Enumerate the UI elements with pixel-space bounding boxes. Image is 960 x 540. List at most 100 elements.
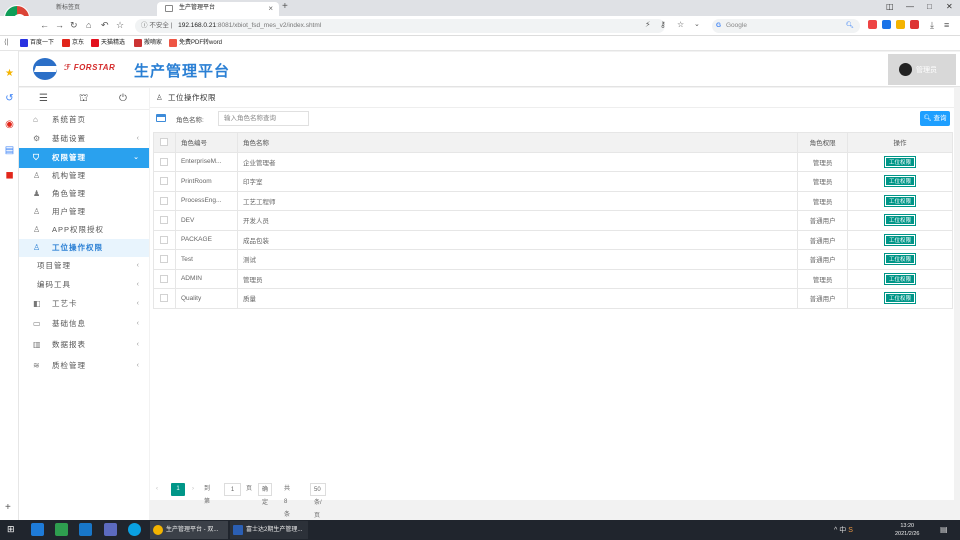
table-row[interactable]: DEV 开发人员 普通用户 工位权限: [153, 210, 953, 231]
goto-page-input[interactable]: 1: [224, 483, 241, 496]
sidebar-item[interactable]: ⚙ 基础设置 ‹: [19, 129, 149, 149]
history-icon[interactable]: ↺: [4, 93, 15, 104]
app-icon[interactable]: [79, 523, 92, 536]
sidebar-item[interactable]: 项目管理 ‹: [19, 256, 149, 276]
system-tray[interactable]: ^ 中 S: [834, 525, 853, 535]
search-button[interactable]: 🔍︎ 查询: [920, 111, 950, 126]
column-header[interactable]: 角色名称: [236, 132, 799, 153]
tab-app[interactable]: 生产管理平台 ×: [157, 2, 279, 16]
row-checkbox[interactable]: [153, 288, 176, 309]
search-engine-box[interactable]: G Google 🔍︎: [712, 19, 860, 33]
row-checkbox[interactable]: [153, 190, 176, 211]
tray-app-icon[interactable]: S: [848, 527, 853, 534]
extension-icon[interactable]: [882, 20, 891, 29]
sidebar-item[interactable]: ♙ 用户管理: [19, 203, 149, 221]
sidebar-item[interactable]: ♟ 角色管理: [19, 185, 149, 203]
sidebar-item[interactable]: ♙ 机构管理: [19, 167, 149, 185]
windows-start-icon[interactable]: ⊞: [7, 524, 15, 535]
current-page[interactable]: 1: [171, 483, 185, 496]
app-icon[interactable]: [104, 523, 117, 536]
forward-icon[interactable]: →: [55, 20, 64, 30]
sidebar-item[interactable]: ◧ 工艺卡 ‹: [19, 294, 149, 314]
collapse-menu-icon[interactable]: ☰: [39, 93, 48, 104]
maximize-button[interactable]: □: [927, 2, 932, 11]
user-menu[interactable]: 管理员: [888, 54, 956, 85]
key-icon[interactable]: ⚷: [660, 20, 666, 29]
row-checkbox[interactable]: [153, 268, 176, 289]
tab-new[interactable]: 新标签页: [34, 2, 154, 16]
sidebar-toggle-icon[interactable]: ⟨|: [4, 38, 9, 46]
sidebar-item[interactable]: ♙ 工位操作权限: [19, 239, 149, 257]
column-header[interactable]: 角色权限: [797, 132, 849, 153]
panel-icon[interactable]: ▤: [4, 145, 15, 156]
table-row[interactable]: Quality 质量 普通用户 工位权限: [153, 288, 953, 309]
app-icon[interactable]: [55, 523, 68, 536]
notification-icon[interactable]: ▤: [940, 525, 948, 534]
close-window-button[interactable]: ✕: [946, 2, 953, 11]
row-checkbox[interactable]: [153, 229, 176, 250]
search-icon[interactable]: 🔍︎: [846, 19, 854, 33]
station-permission-button[interactable]: 工位权限: [884, 214, 917, 227]
sidebar-item[interactable]: 编码工具 ‹: [19, 275, 149, 295]
weibo-icon[interactable]: ◉: [4, 119, 15, 130]
new-tab-button[interactable]: +: [282, 1, 288, 12]
station-permission-button[interactable]: 工位权限: [884, 292, 917, 305]
table-row[interactable]: PrintRoom 印字室 管理员 工位权限: [153, 171, 953, 192]
column-header[interactable]: 角色编号: [174, 132, 238, 153]
power-icon[interactable]: ⏻: [119, 93, 127, 104]
dropdown-icon[interactable]: ⌄: [694, 20, 700, 28]
table-row[interactable]: Test 测试 普通用户 工位权限: [153, 249, 953, 270]
clock[interactable]: 13:20 2021/2/26: [895, 522, 919, 538]
station-permission-button[interactable]: 工位权限: [884, 194, 917, 207]
back-icon[interactable]: ←: [40, 20, 49, 30]
bookmark-star-icon[interactable]: ☆: [116, 20, 124, 31]
station-permission-button[interactable]: 工位权限: [884, 253, 917, 266]
sidebar-item[interactable]: ⛉ 权限管理 ⌄: [19, 148, 149, 168]
bookmark-item[interactable]: 免费PDF转word: [169, 38, 222, 48]
app-icon[interactable]: ◼: [4, 170, 15, 181]
extension-icon[interactable]: [910, 20, 919, 29]
media-icon[interactable]: ◫: [886, 2, 894, 11]
bookmark-item[interactable]: 百度一下: [20, 38, 54, 48]
theme-icon[interactable]: ⛫: [79, 93, 88, 106]
download-icon[interactable]: ⤓: [930, 20, 934, 31]
row-checkbox[interactable]: [153, 171, 176, 192]
extension-icon[interactable]: [868, 20, 877, 29]
row-checkbox[interactable]: [153, 249, 176, 270]
table-row[interactable]: EnterpriseM... 企业管理者 管理员 工位权限: [153, 151, 953, 172]
sidebar-item[interactable]: ≋ 质检管理 ‹: [19, 356, 149, 376]
favorite-icon[interactable]: ☆: [677, 20, 684, 29]
sidebar-item[interactable]: ▥ 数据报表 ‹: [19, 335, 149, 355]
url-bar[interactable]: ⓘ 不安全 | 192.168.0.21:8081/xbiot_fsd_mes_…: [135, 19, 665, 33]
star-icon[interactable]: ★: [4, 68, 15, 79]
bookmark-item[interactable]: 京东: [62, 38, 84, 48]
sidebar-item[interactable]: ⌂ 系统首页: [19, 110, 149, 130]
edge-icon[interactable]: [128, 523, 141, 536]
row-checkbox[interactable]: [153, 210, 176, 231]
table-row[interactable]: PACKAGE 成品包装 普通用户 工位权限: [153, 229, 953, 250]
taskbar-task[interactable]: 生产管理平台 - 双...: [150, 521, 228, 539]
undo-icon[interactable]: ↶: [101, 20, 109, 31]
bookmark-item[interactable]: 搬嘀家: [134, 38, 162, 48]
add-panel-icon[interactable]: +: [5, 502, 11, 513]
role-name-search-input[interactable]: 输入角色名称查询: [218, 111, 309, 126]
close-tab-icon[interactable]: ×: [268, 2, 273, 15]
lightning-icon[interactable]: ⚡: [645, 20, 651, 29]
page-size-select[interactable]: 50 条/页 ▾: [310, 483, 326, 532]
table-row[interactable]: ADMIN 管理员 管理员 工位权限: [153, 268, 953, 289]
sidebar-item[interactable]: ▭ 基础信息 ‹: [19, 314, 149, 334]
bookmark-item[interactable]: 天猫精选: [91, 38, 125, 48]
minimize-button[interactable]: —: [906, 2, 914, 11]
menu-icon[interactable]: ≡: [944, 20, 949, 30]
station-permission-button[interactable]: 工位权限: [884, 272, 917, 285]
app-icon[interactable]: [31, 523, 44, 536]
select-all-checkbox[interactable]: [153, 132, 176, 153]
row-checkbox[interactable]: [153, 151, 176, 172]
next-page-button[interactable]: ›: [192, 483, 194, 496]
taskbar-task[interactable]: 富士达2期生产管理...: [230, 521, 308, 539]
goto-confirm-button[interactable]: 确定: [258, 483, 273, 506]
extension-icon[interactable]: [896, 20, 905, 29]
table-row[interactable]: ProcessEng... 工艺工程师 管理员 工位权限: [153, 190, 953, 211]
reload-icon[interactable]: ↻: [70, 20, 78, 31]
home-nav-icon[interactable]: ⌂: [86, 20, 91, 30]
